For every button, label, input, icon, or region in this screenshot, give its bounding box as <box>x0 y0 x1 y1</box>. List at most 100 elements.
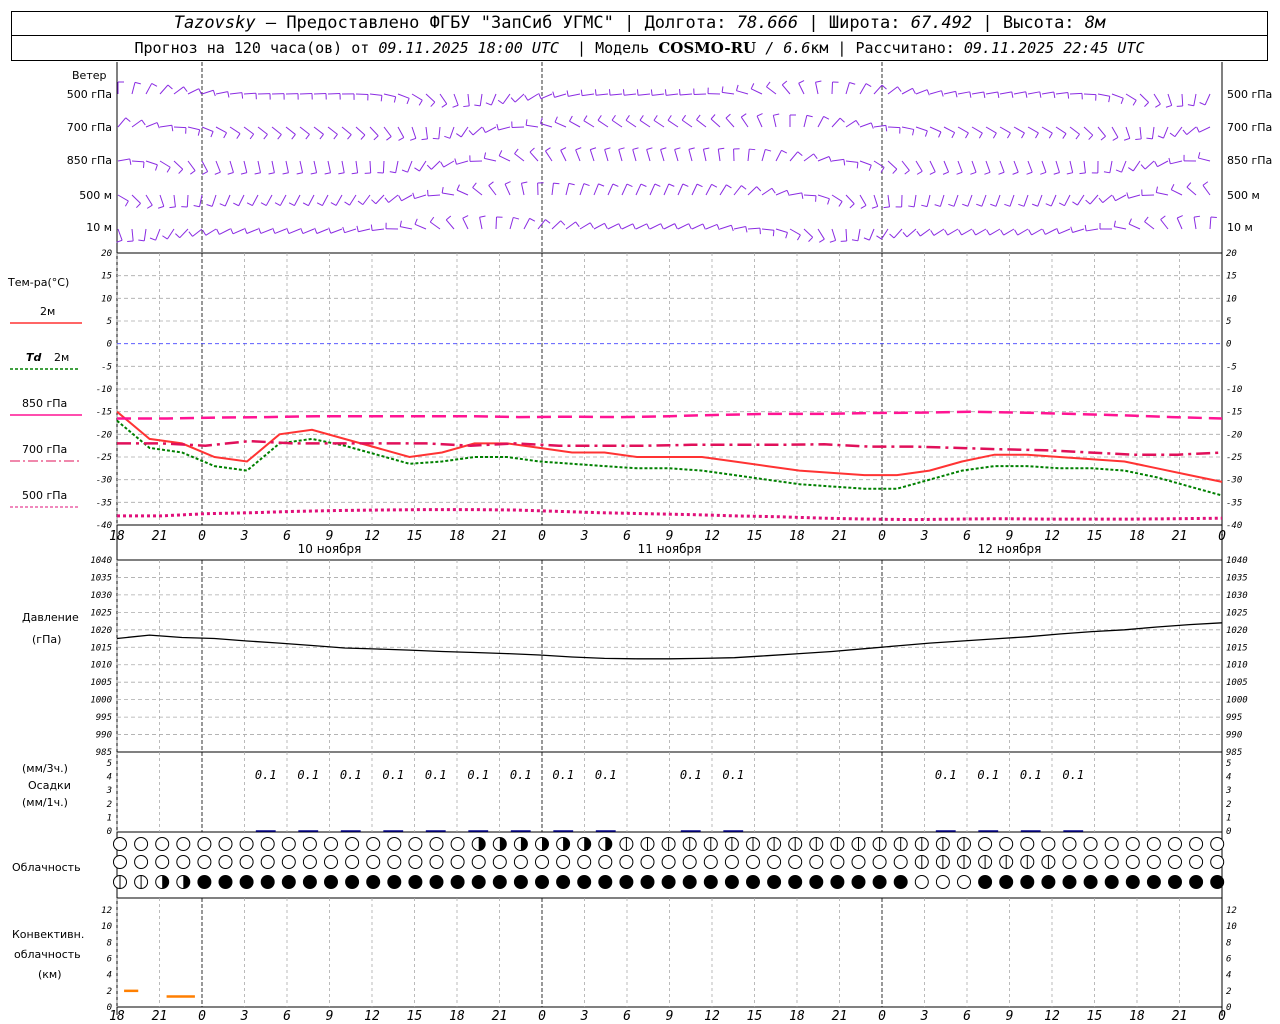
wind-barb-flag <box>883 206 890 209</box>
wind-barb-flag <box>929 171 936 175</box>
temp-tick-right: 0 <box>1226 340 1231 350</box>
precip-tick-left: 1 <box>107 813 112 823</box>
wind-barb <box>887 86 898 95</box>
cloud-symbol <box>113 855 127 869</box>
wind-barb-flag <box>772 230 775 237</box>
wind-barb <box>1139 126 1142 139</box>
conv-tick-left: 8 <box>107 938 112 948</box>
cloud-symbol <box>281 855 296 869</box>
wind-barb-flag <box>897 86 902 92</box>
cloud-symbol <box>598 875 613 889</box>
pressure-tick-right: 1015 <box>1226 643 1248 653</box>
wind-barb <box>159 124 172 128</box>
cloud-symbol <box>999 837 1014 851</box>
time-tick: 21 <box>152 529 168 544</box>
wind-barb <box>1181 93 1184 107</box>
wind-barb <box>529 151 539 162</box>
wind-barb <box>740 116 749 128</box>
wind-barb-flag <box>668 183 675 187</box>
wind-barb-flag <box>1186 182 1192 188</box>
cloud-symbol <box>1104 875 1119 889</box>
wind-barb-flag <box>236 133 241 139</box>
wind-barb-flag <box>1103 171 1110 174</box>
wind-barb <box>145 160 158 166</box>
wind-barb <box>187 126 200 131</box>
wind-barb-flag <box>696 114 701 120</box>
wind-barb <box>1058 228 1071 235</box>
pressure-label: Давление <box>22 611 79 624</box>
wind-barb-flag <box>632 223 636 230</box>
wind-barb-flag <box>598 183 605 187</box>
temp-tick-left: -20 <box>96 430 112 440</box>
wind-barb <box>554 93 567 98</box>
wind-barb-flag <box>786 190 790 197</box>
wind-barb-flag <box>305 134 310 140</box>
wind-barb-flag <box>393 96 397 103</box>
wind-barb-flag <box>401 169 408 173</box>
wind-barb-flag <box>241 92 244 99</box>
wind-barb <box>943 90 956 95</box>
wind-barb-flag <box>1056 227 1060 234</box>
wind-barb-flag <box>398 137 405 141</box>
wind-barb <box>145 83 153 95</box>
wind-barb-flag <box>1197 152 1201 159</box>
wind-barb <box>265 194 273 206</box>
wind-barb-flag <box>310 172 317 175</box>
pressure-tick-left: 1010 <box>90 661 112 671</box>
wind-barb-flag <box>749 148 756 151</box>
wind-barb <box>957 91 970 95</box>
wind-barb <box>400 226 413 230</box>
wind-barb <box>321 194 329 206</box>
cloud-symbol <box>260 875 275 889</box>
wind-barb <box>677 223 689 230</box>
cloud-symbol <box>134 837 149 851</box>
temp-tick-right: -15 <box>1226 408 1242 418</box>
pressure-tick-left: 1030 <box>90 591 112 601</box>
wind-barb <box>453 93 459 106</box>
cloud-symbol <box>682 875 697 889</box>
cloud-symbol <box>1041 837 1056 851</box>
wind-barb-flag <box>384 197 390 203</box>
temp-tick-left: 20 <box>101 249 112 259</box>
time-tick: 18 <box>449 1009 465 1024</box>
wind-barb-flag <box>646 147 653 150</box>
wind-barb <box>583 120 595 128</box>
cloud-symbol <box>176 837 191 851</box>
wind-barb-flag <box>1004 203 1011 207</box>
wind-barb <box>358 228 371 233</box>
wind-barb <box>702 149 707 162</box>
wind-barb-flag <box>942 171 949 175</box>
wind-barb-flag <box>1123 137 1130 141</box>
wind-barb <box>1176 217 1183 230</box>
cloud-symbol <box>429 855 444 869</box>
precip-value: 0.1 <box>255 768 277 782</box>
wind-barb <box>388 194 399 203</box>
wind-barb <box>445 219 455 230</box>
conv-tick-left: 12 <box>101 906 112 916</box>
wind-barb <box>817 228 825 240</box>
precip-tick-left: 0 <box>107 827 112 837</box>
wind-barb <box>621 183 628 196</box>
time-tick: 21 <box>832 529 848 544</box>
cloud-symbol <box>1210 875 1225 889</box>
wind-barb <box>1171 189 1183 196</box>
wind-barb <box>1109 160 1113 173</box>
wind-barb <box>975 228 987 236</box>
wind-barb-flag <box>357 200 364 206</box>
wind-barb <box>173 126 187 129</box>
wind-barb-flag <box>969 91 972 98</box>
wind-barb-flag <box>474 104 481 107</box>
wind-barb <box>722 91 735 95</box>
wind-barb-flag <box>589 222 594 229</box>
wind-barb <box>1160 219 1169 230</box>
wind-barb <box>335 194 343 206</box>
wind-level-label-left: 850 гПа <box>67 154 112 167</box>
cloud-symbol <box>556 875 571 889</box>
cloud-fill <box>162 875 169 889</box>
wind-barb-flag <box>1012 171 1019 175</box>
cloud-symbol <box>239 875 254 889</box>
wind-barb <box>1193 217 1197 230</box>
wind-barb-flag <box>134 81 141 85</box>
wind-barb <box>831 117 841 128</box>
wind-barb <box>831 158 844 162</box>
